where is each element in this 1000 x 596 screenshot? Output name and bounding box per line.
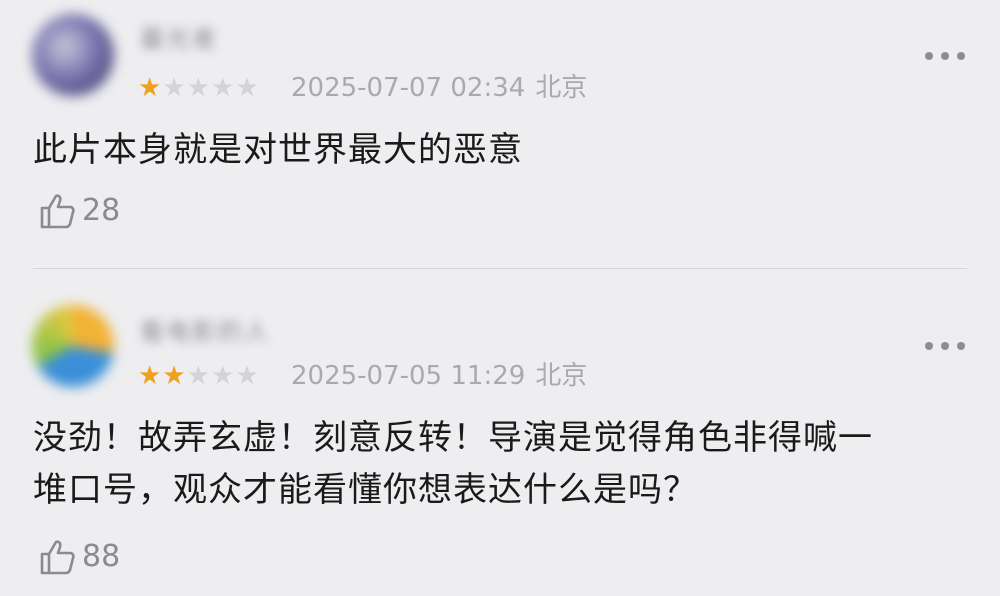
comment-meta: 2025-07-05 11:29 北京 — [291, 361, 587, 391]
star-rating: ★ ★ ★ ★ ★ — [138, 361, 259, 391]
avatar[interactable] — [32, 14, 114, 96]
star-icon: ★ — [235, 361, 259, 391]
star-icon: ★ — [138, 361, 162, 391]
more-horizontal-icon[interactable] — [925, 46, 965, 66]
star-icon: ★ — [235, 73, 259, 103]
star-icon: ★ — [210, 73, 235, 103]
star-icon: ★ — [162, 361, 186, 391]
like-count: 88 — [82, 539, 121, 574]
comment-text: 此片本身就是对世界最大的恶意 — [33, 130, 523, 170]
comment-location: 北京 — [535, 361, 588, 391]
star-icon: ★ — [138, 73, 162, 103]
star-icon: ★ — [186, 361, 210, 391]
more-horizontal-icon[interactable] — [925, 336, 965, 356]
star-icon: ★ — [186, 73, 210, 103]
username[interactable]: 暮光者 — [140, 24, 218, 54]
comment-item: 暮光者 ★ ★ ★ ★ ★ 2025-07-07 02:34 北京 此片本身就是对… — [0, 0, 1000, 268]
comment-text-line: 堆口号，观众才能看懂你想表达什么是吗？ — [33, 470, 698, 510]
like-count: 28 — [82, 193, 121, 228]
star-icon: ★ — [210, 361, 235, 391]
comment-date: 2025-07-05 11:29 — [291, 361, 526, 391]
comment-meta: 2025-07-07 02:34 北京 — [291, 73, 587, 103]
thumbs-up-icon — [40, 540, 75, 575]
comment-item: 看电影的人 ★ ★ ★ ★ ★ 2025-07-05 11:29 北京 没劲！故弄… — [0, 269, 1000, 596]
like-button[interactable]: 28 — [38, 192, 120, 230]
star-icon: ★ — [162, 73, 186, 103]
username[interactable]: 看电影的人 — [140, 317, 270, 347]
comment-list: 暮光者 ★ ★ ★ ★ ★ 2025-07-07 02:34 北京 此片本身就是对… — [0, 0, 1000, 596]
comment-text: 没劲！故弄玄虚！刻意反转！导演是觉得角色非得喊一 堆口号，观众才能看懂你想表达什… — [33, 412, 973, 516]
comment-text-line: 没劲！故弄玄虚！刻意反转！导演是觉得角色非得喊一 — [33, 418, 873, 458]
comment-location: 北京 — [535, 73, 588, 103]
star-rating: ★ ★ ★ ★ ★ — [138, 73, 259, 103]
avatar[interactable] — [32, 305, 114, 387]
comment-date: 2025-07-07 02:34 — [291, 73, 526, 103]
like-button[interactable]: 88 — [38, 538, 120, 576]
thumbs-up-icon — [40, 194, 75, 229]
